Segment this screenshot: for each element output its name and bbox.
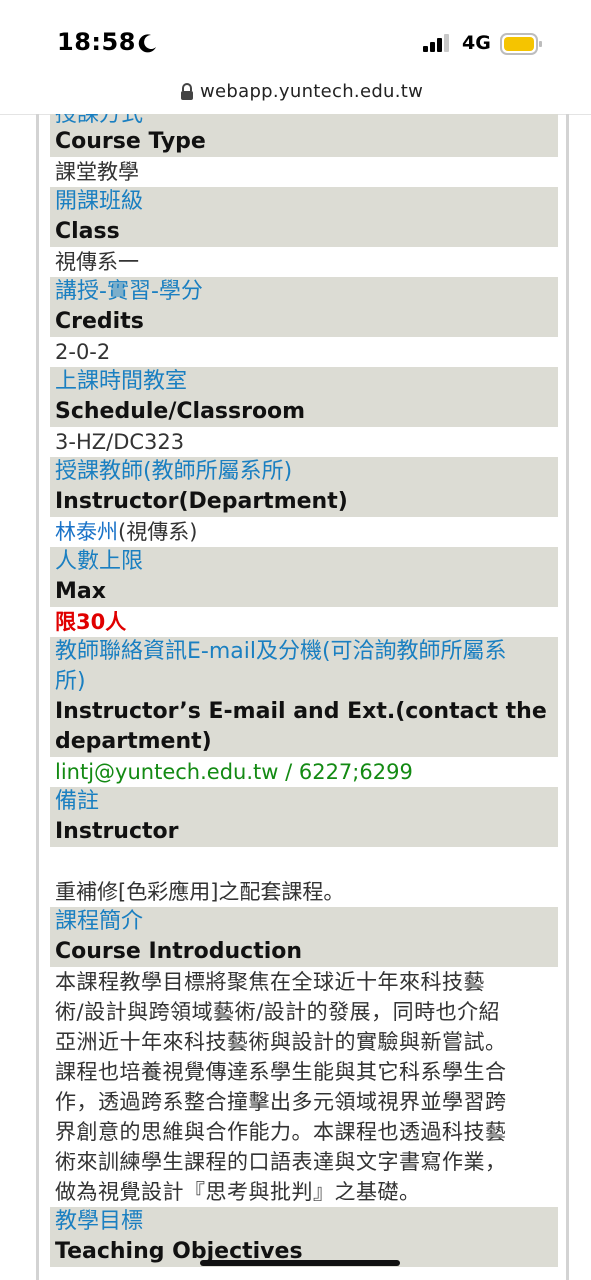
remarks-label-zh: 備註 — [55, 789, 100, 814]
intro-line: 作，透過跨系整合撞擊出多元領域視界並學習跨 — [55, 1090, 507, 1114]
course-type-label-en: Course Type — [55, 129, 206, 154]
remarks-value: 重補修[色彩應用]之配套課程。 — [50, 877, 558, 907]
schedule-label-en: Schedule/Classroom — [55, 399, 306, 424]
url-text[interactable]: webapp.yuntech.edu.tw — [200, 81, 423, 102]
contact-value[interactable]: lintj@yuntech.edu.tw / 6227;6299 — [50, 757, 558, 787]
intro-line: 做為視覺設計『思考與批判』之基礎。 — [55, 1180, 421, 1204]
battery-icon — [500, 33, 542, 55]
intro-label-en: Course Introduction — [55, 939, 303, 964]
cellular-signal-icon — [423, 34, 449, 52]
intro-line: 課程也培養視覺傳達系學生能與其它科系學生合 — [55, 1060, 507, 1084]
objectives-header: 教學目標 Teaching Objectives — [50, 1207, 558, 1267]
intro-line: 界創意的思維與合作能力。本課程也透過科技藝 — [55, 1120, 507, 1144]
table-border-left — [36, 114, 39, 1280]
course-type-header: 授課方式 Course Type — [50, 114, 558, 157]
credits-label-zh: 講授-實習-學分 — [55, 279, 203, 304]
max-label-en: Max — [55, 579, 106, 604]
max-label-zh: 人數上限 — [55, 549, 144, 574]
contact-header: 教師聯絡資訊E-mail及分機(可洽詢教師所屬系 所) Instructor’s… — [50, 637, 558, 757]
remarks-header: 備註 Instructor — [50, 787, 558, 847]
class-value: 視傳系一 — [50, 247, 558, 277]
intro-header: 課程簡介 Course Introduction — [50, 907, 558, 967]
status-time: 18:58 — [57, 28, 136, 56]
credits-label-en: Credits — [55, 309, 144, 334]
class-label-en: Class — [55, 219, 120, 244]
class-header: 開課班級 Class — [50, 187, 558, 247]
contact-label-en-line2: department) — [55, 729, 212, 754]
instructor-label-en: Instructor(Department) — [55, 489, 348, 514]
objectives-label-zh: 教學目標 — [55, 1209, 144, 1234]
schedule-label-zh: 上課時間教室 — [55, 369, 188, 394]
max-value: 限30人 — [50, 607, 558, 637]
instructor-department: (視傳系) — [118, 520, 198, 544]
intro-line: 術來訓練學生課程的口語表達與文字書寫作業， — [55, 1150, 507, 1174]
status-bar: 18:58 4G — [0, 0, 591, 72]
intro-line: 術/設計與跨領域藝術/設計的發展，同時也介紹 — [55, 1000, 501, 1024]
intro-label-zh: 課程簡介 — [55, 909, 144, 934]
schedule-value: 3-HZ/DC323 — [50, 427, 558, 457]
contact-label-zh-line2: 所) — [55, 669, 86, 694]
phone-screen: 18:58 4G webapp.yuntech.edu.tw 授課方式 Cour… — [0, 0, 591, 1280]
credits-value: 2-0-2 — [50, 337, 558, 367]
lock-icon — [181, 83, 193, 100]
instructor-header: 授課教師(教師所屬系所) Instructor(Department) — [50, 457, 558, 517]
course-type-value: 課堂教學 — [50, 157, 558, 187]
intro-text: 本課程教學目標將聚焦在全球近十年來科技藝 術/設計與跨領域藝術/設計的發展，同時… — [50, 967, 525, 1207]
max-header: 人數上限 Max — [50, 547, 558, 607]
address-bar[interactable]: webapp.yuntech.edu.tw — [0, 72, 591, 115]
instructor-value: 林泰州(視傳系) — [50, 517, 558, 547]
instructor-name-link[interactable]: 林泰州 — [55, 520, 118, 544]
home-indicator[interactable] — [200, 1260, 400, 1266]
table-border-right — [566, 114, 569, 1280]
instructor-label-zh: 授課教師(教師所屬系所) — [55, 459, 293, 484]
class-label-zh: 開課班級 — [55, 189, 144, 214]
do-not-disturb-moon-icon — [138, 34, 156, 53]
schedule-header: 上課時間教室 Schedule/Classroom — [50, 367, 558, 427]
course-detail-page[interactable]: 授課方式 Course Type 課堂教學 開課班級 Class 視傳系一 講授… — [0, 114, 591, 1280]
network-type: 4G — [462, 32, 491, 54]
credits-header: 講授-實習-學分 Credits — [50, 277, 558, 337]
contact-label-zh-line1: 教師聯絡資訊E-mail及分機(可洽詢教師所屬系 — [55, 639, 507, 664]
intro-line: 亞洲近十年來科技藝術與設計的實驗與新嘗試。 — [55, 1030, 507, 1054]
remarks-spacer — [50, 847, 558, 877]
remarks-label-en: Instructor — [55, 819, 179, 844]
intro-line: 本課程教學目標將聚焦在全球近十年來科技藝 — [55, 970, 485, 994]
contact-label-en-line1: Instructor’s E-mail and Ext.(contact the — [55, 699, 547, 724]
course-info-table: 授課方式 Course Type 課堂教學 開課班級 Class 視傳系一 講授… — [50, 114, 558, 1267]
